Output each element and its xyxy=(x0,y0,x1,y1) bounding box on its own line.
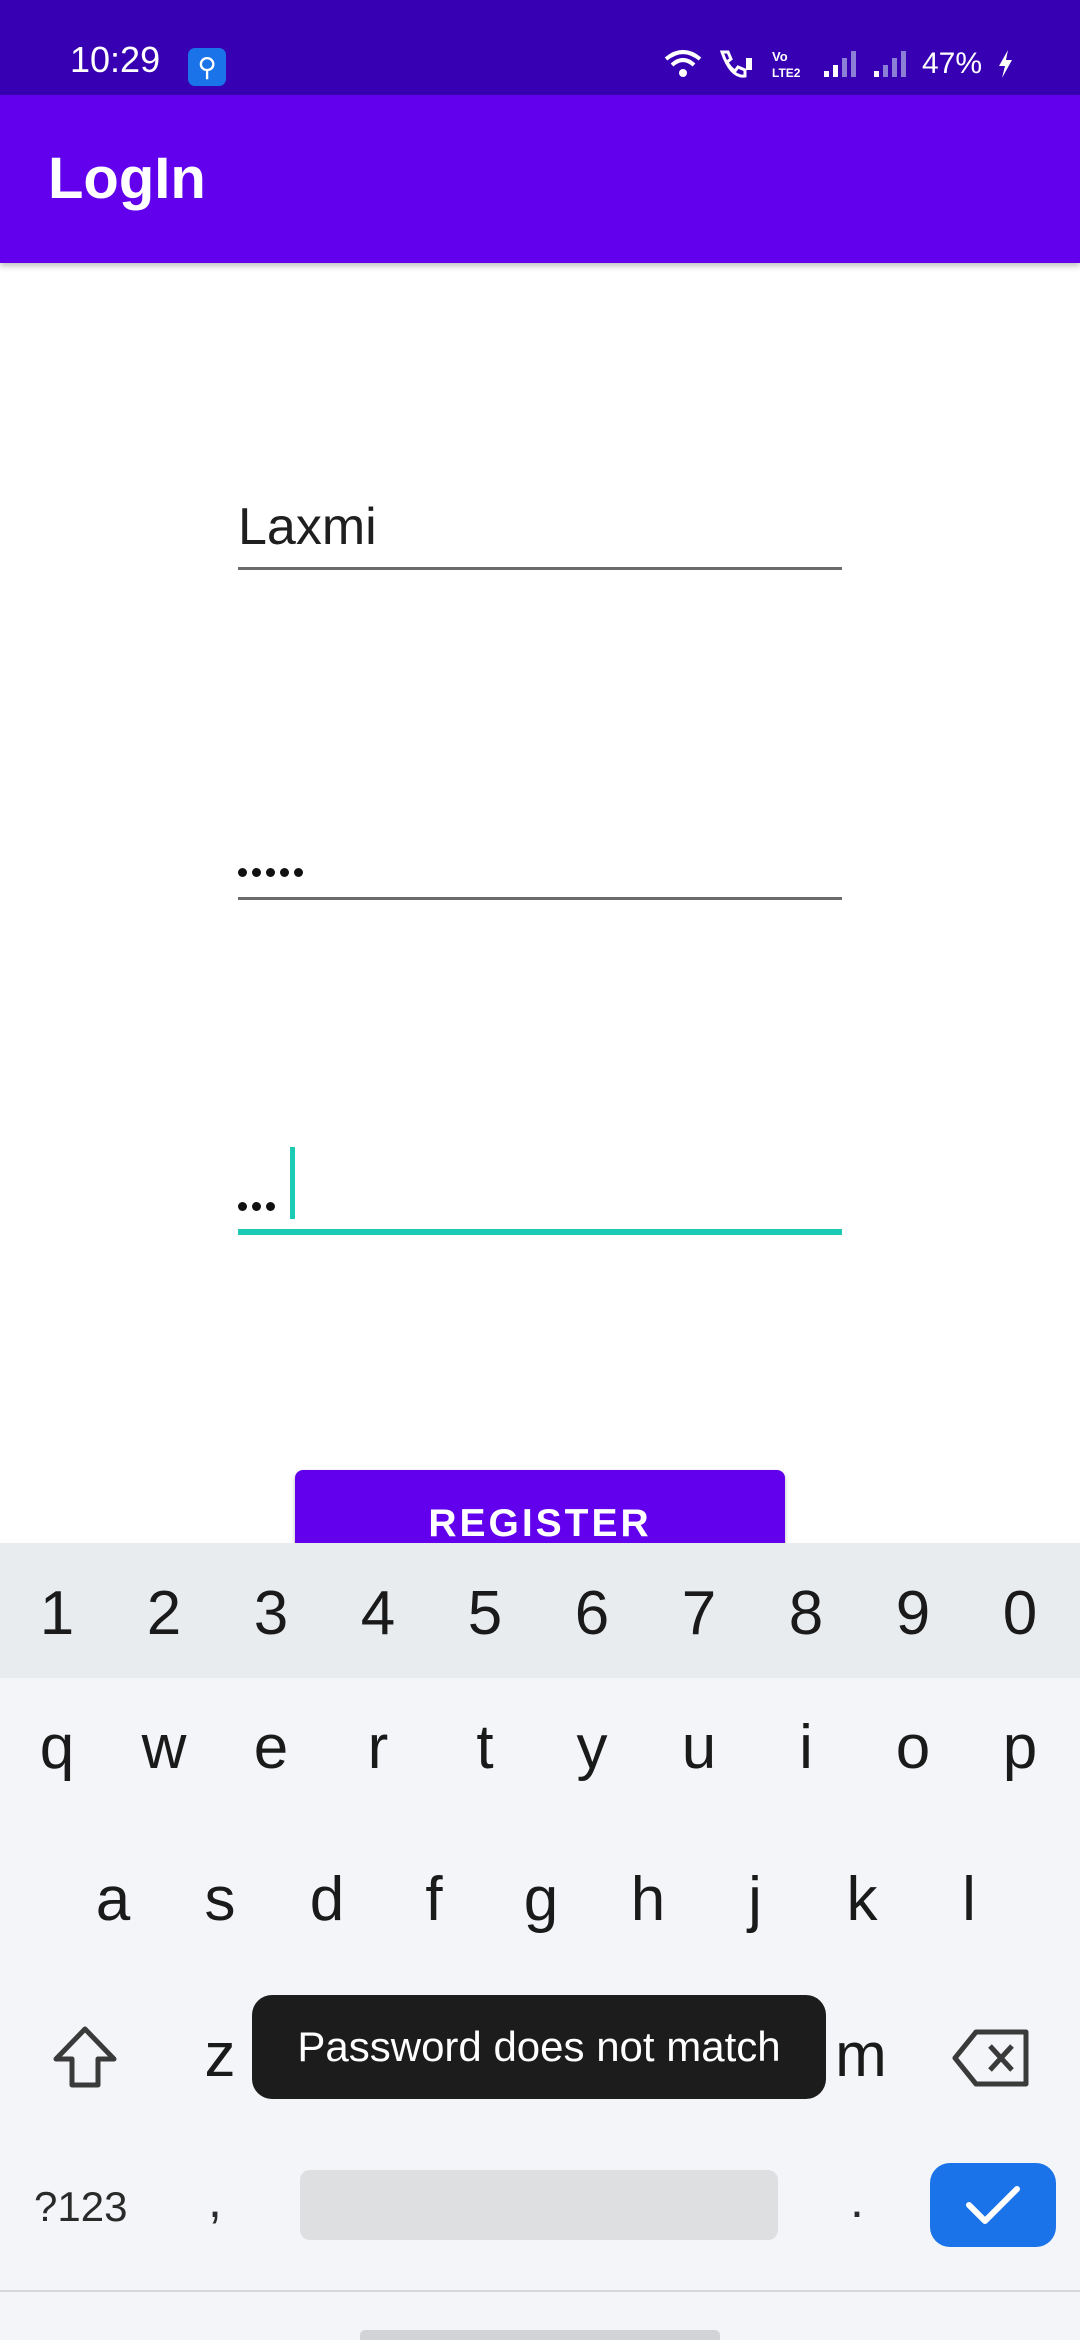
username-field[interactable]: Laxmi xyxy=(238,490,842,570)
home-indicator[interactable] xyxy=(360,2330,720,2340)
password-field[interactable] xyxy=(238,820,842,900)
keyboard-divider xyxy=(0,2290,1080,2292)
status-time: 10:29 xyxy=(70,39,161,80)
confirm-password-field[interactable] xyxy=(238,1147,842,1235)
svg-text:LTE2: LTE2 xyxy=(772,66,801,80)
key-e[interactable]: e xyxy=(226,1717,316,1779)
key-m[interactable]: m xyxy=(816,2025,906,2087)
checkmark-icon xyxy=(966,2186,1020,2224)
key-9[interactable]: 9 xyxy=(868,1583,958,1645)
key-t[interactable]: t xyxy=(440,1717,530,1779)
screen: 10:29 ⚲ Vo LTE2 47% LogIn Laxmi REGISTER… xyxy=(0,0,1080,2340)
key-7[interactable]: 7 xyxy=(654,1583,744,1645)
username-value: Laxmi xyxy=(238,498,377,556)
status-bar: 10:29 ⚲ Vo LTE2 47% xyxy=(0,0,1080,95)
key-l[interactable]: l xyxy=(924,1869,1014,1931)
app-bar: LogIn xyxy=(0,95,1080,263)
key-p[interactable]: p xyxy=(975,1717,1065,1779)
comma-key[interactable]: , xyxy=(208,2171,222,2229)
key-0[interactable]: 0 xyxy=(975,1583,1065,1645)
usb-icon: ⚲ xyxy=(188,48,226,86)
backspace-icon xyxy=(952,2029,1029,2087)
key-a[interactable]: a xyxy=(68,1869,158,1931)
volte-icon: Vo LTE2 xyxy=(772,49,801,80)
key-4[interactable]: 4 xyxy=(333,1583,423,1645)
battery-percent: 47% xyxy=(921,47,982,80)
key-8[interactable]: 8 xyxy=(761,1583,851,1645)
period-key[interactable]: . xyxy=(850,2171,864,2229)
key-6[interactable]: 6 xyxy=(547,1583,637,1645)
key-k[interactable]: k xyxy=(817,1869,907,1931)
shift-key[interactable] xyxy=(50,2023,120,2098)
key-j[interactable]: j xyxy=(710,1869,800,1931)
key-i[interactable]: i xyxy=(761,1717,851,1779)
password-mask xyxy=(238,868,303,877)
keyboard-number-row: 1 2 3 4 5 6 7 8 9 0 xyxy=(0,1543,1080,1678)
key-q[interactable]: q xyxy=(12,1717,102,1779)
toast-message: Password does not match xyxy=(252,1995,826,2099)
symbols-key[interactable]: ?123 xyxy=(34,2183,127,2231)
space-key[interactable] xyxy=(300,2170,778,2240)
svg-text:Vo: Vo xyxy=(772,49,788,64)
key-w[interactable]: w xyxy=(119,1717,209,1779)
key-o[interactable]: o xyxy=(868,1717,958,1779)
signal-icon xyxy=(873,51,906,77)
key-y[interactable]: y xyxy=(547,1717,637,1779)
backspace-key[interactable] xyxy=(952,2028,1030,2093)
key-5[interactable]: 5 xyxy=(440,1583,530,1645)
key-f[interactable]: f xyxy=(389,1869,479,1931)
charging-icon xyxy=(999,50,1012,78)
page-title: LogIn xyxy=(48,146,206,211)
keyboard: 1 2 3 4 5 6 7 8 9 0 q w e r t y u i o p … xyxy=(0,1543,1080,2340)
key-s[interactable]: s xyxy=(175,1869,265,1931)
key-d[interactable]: d xyxy=(282,1869,372,1931)
key-3[interactable]: 3 xyxy=(226,1583,316,1645)
key-2[interactable]: 2 xyxy=(119,1583,209,1645)
signal-icon xyxy=(823,51,856,77)
status-icons: Vo LTE2 47% xyxy=(664,44,1014,84)
key-h[interactable]: h xyxy=(603,1869,693,1931)
enter-key[interactable] xyxy=(930,2163,1056,2247)
confirm-password-mask xyxy=(238,1202,275,1211)
wifi-calling-icon xyxy=(719,50,752,78)
key-1[interactable]: 1 xyxy=(12,1583,102,1645)
wifi-icon xyxy=(664,50,702,77)
key-r[interactable]: r xyxy=(333,1717,423,1779)
text-caret xyxy=(290,1147,295,1219)
key-g[interactable]: g xyxy=(496,1869,586,1931)
shift-icon xyxy=(53,2026,117,2088)
key-u[interactable]: u xyxy=(654,1717,744,1779)
